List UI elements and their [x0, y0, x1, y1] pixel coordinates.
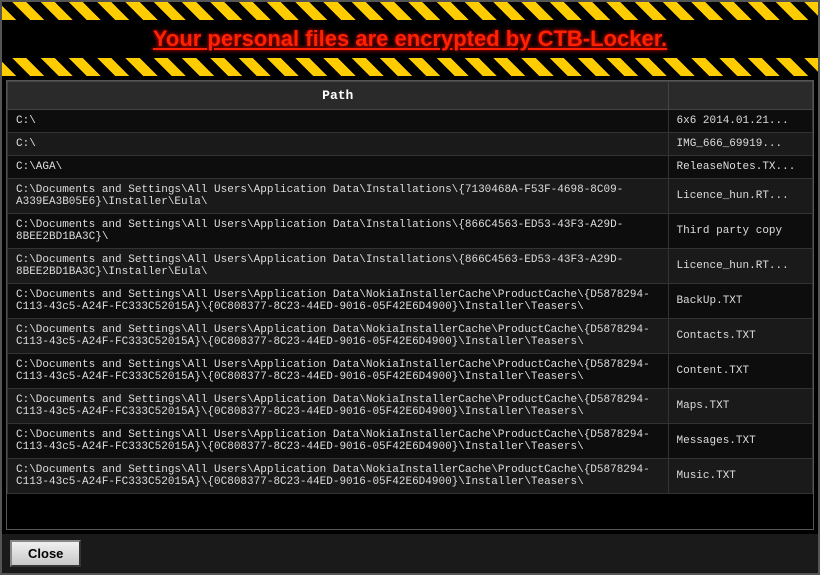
table-cell-path: C:\Documents and Settings\All Users\Appl…: [8, 284, 669, 319]
table-cell-path: C:\: [8, 133, 669, 156]
table-cell-file: Content.TXT: [668, 354, 813, 389]
hazard-border-bottom: [2, 58, 818, 76]
table-cell-path: C:\Documents and Settings\All Users\Appl…: [8, 249, 669, 284]
table-cell-path: C:\Documents and Settings\All Users\Appl…: [8, 179, 669, 214]
table-cell-file: Contacts.TXT: [668, 319, 813, 354]
close-button[interactable]: Close: [10, 540, 81, 567]
table-row: C:\Documents and Settings\All Users\Appl…: [8, 249, 813, 284]
table-row: C:\Documents and Settings\All Users\Appl…: [8, 424, 813, 459]
table-cell-path: C:\AGA\: [8, 156, 669, 179]
hazard-border-top: [2, 2, 818, 20]
main-window: Your personal files are encrypted by CTB…: [0, 0, 820, 575]
bottom-bar: Close: [2, 534, 818, 573]
table-row: C:\Documents and Settings\All Users\Appl…: [8, 214, 813, 249]
table-cell-file: 6x6 2014.01.21...: [668, 110, 813, 133]
table-cell-file: Messages.TXT: [668, 424, 813, 459]
table-row: C:\6x6 2014.01.21...: [8, 110, 813, 133]
table-cell-path: C:\Documents and Settings\All Users\Appl…: [8, 214, 669, 249]
main-title: Your personal files are encrypted by CTB…: [153, 26, 667, 51]
table-cell-path: C:\Documents and Settings\All Users\Appl…: [8, 319, 669, 354]
file-table-container[interactable]: Path C:\6x6 2014.01.21...C:\IMG_666_6991…: [6, 80, 814, 530]
table-cell-file: BackUp.TXT: [668, 284, 813, 319]
col-header-file: [668, 82, 813, 110]
table-cell-file: Licence_hun.RT...: [668, 179, 813, 214]
file-table: Path C:\6x6 2014.01.21...C:\IMG_666_6991…: [7, 81, 813, 494]
table-cell-file: Maps.TXT: [668, 389, 813, 424]
col-header-path: Path: [8, 82, 669, 110]
table-row: C:\Documents and Settings\All Users\Appl…: [8, 354, 813, 389]
table-row: C:\Documents and Settings\All Users\Appl…: [8, 319, 813, 354]
table-cell-file: IMG_666_69919...: [668, 133, 813, 156]
title-bar: Your personal files are encrypted by CTB…: [2, 20, 818, 58]
table-row: C:\Documents and Settings\All Users\Appl…: [8, 179, 813, 214]
table-cell-file: Music.TXT: [668, 459, 813, 494]
table-row: C:\Documents and Settings\All Users\Appl…: [8, 459, 813, 494]
table-cell-path: C:\Documents and Settings\All Users\Appl…: [8, 424, 669, 459]
table-row: C:\Documents and Settings\All Users\Appl…: [8, 284, 813, 319]
table-row: C:\Documents and Settings\All Users\Appl…: [8, 389, 813, 424]
table-cell-path: C:\Documents and Settings\All Users\Appl…: [8, 354, 669, 389]
table-cell-file: Third party copy: [668, 214, 813, 249]
table-cell-path: C:\Documents and Settings\All Users\Appl…: [8, 459, 669, 494]
content-area: Path C:\6x6 2014.01.21...C:\IMG_666_6991…: [2, 76, 818, 534]
table-cell-path: C:\: [8, 110, 669, 133]
table-row: C:\AGA\ReleaseNotes.TX...: [8, 156, 813, 179]
table-cell-file: ReleaseNotes.TX...: [668, 156, 813, 179]
table-cell-path: C:\Documents and Settings\All Users\Appl…: [8, 389, 669, 424]
table-row: C:\IMG_666_69919...: [8, 133, 813, 156]
table-cell-file: Licence_hun.RT...: [668, 249, 813, 284]
